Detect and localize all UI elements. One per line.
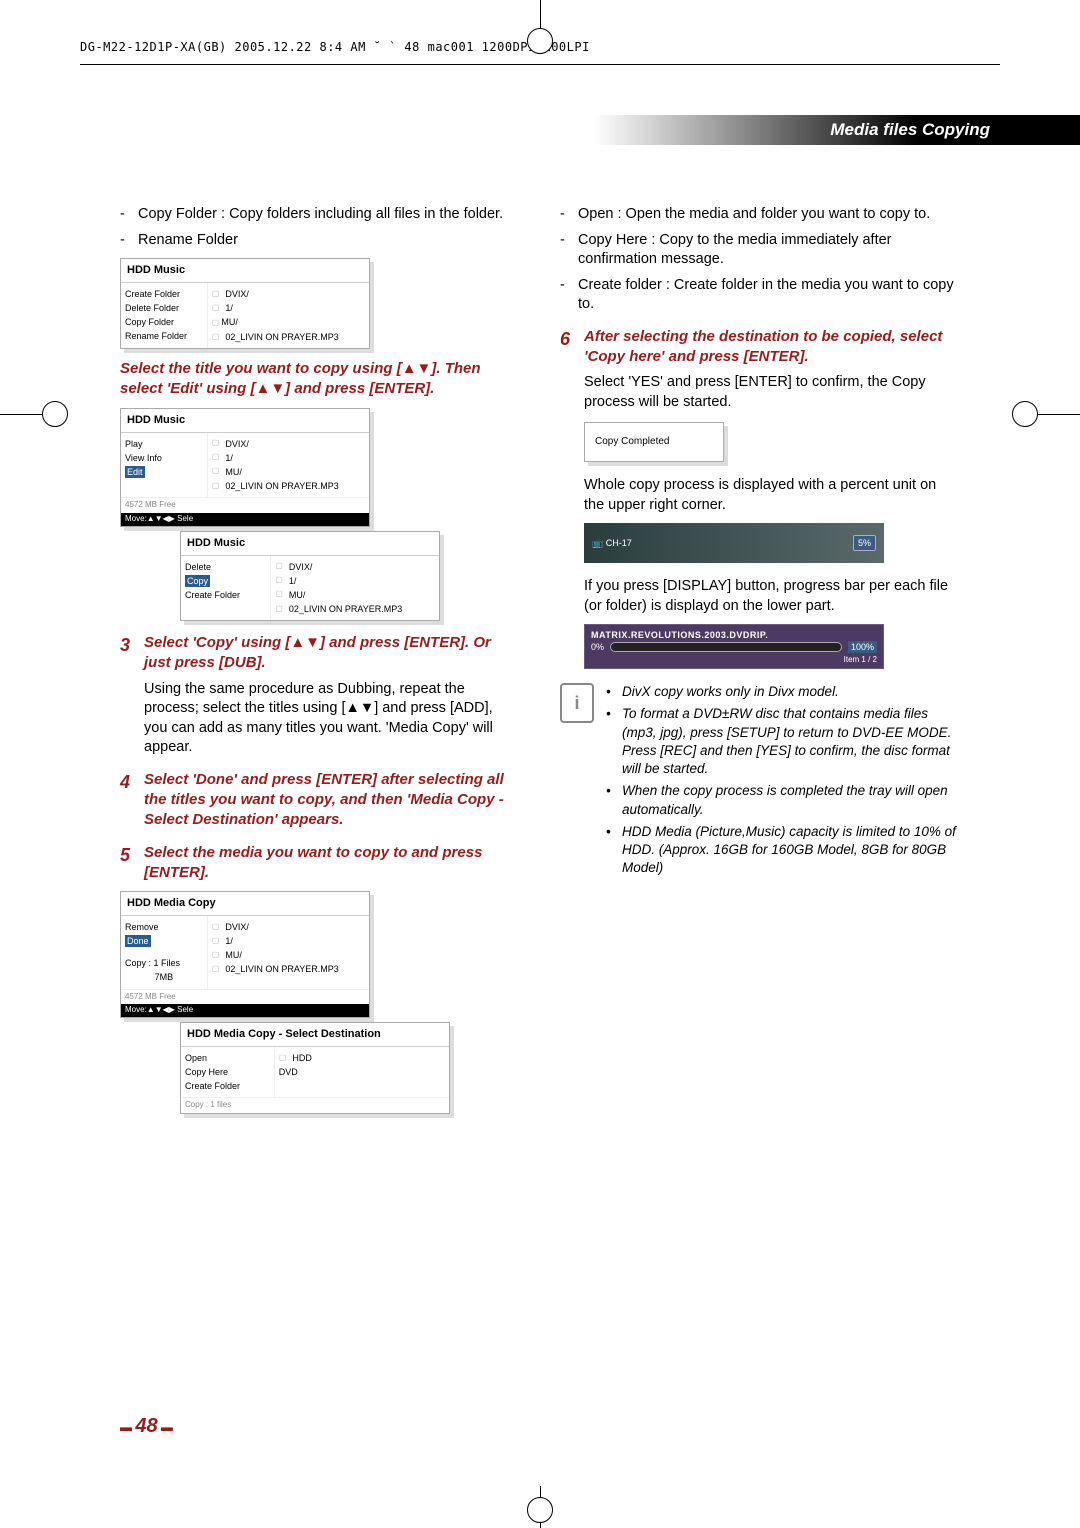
- dash-bullet: -: [560, 205, 578, 225]
- step-5-num: 5: [120, 843, 144, 884]
- top-rule: [80, 64, 1000, 65]
- bullet-dot: •: [606, 683, 614, 701]
- left-column: - Copy Folder : Copy folders including a…: [120, 205, 520, 1114]
- ss3-menu-item: Remove: [125, 920, 203, 934]
- ss1-file: 02_LIVIN ON PRAYER.MP3: [212, 330, 365, 344]
- step-4-num: 4: [120, 770, 144, 831]
- prog2-filename: MATRIX.REVOLUTIONS.2003.DVDRIP.: [591, 629, 877, 641]
- ss2b-menu-hl: Copy: [185, 575, 210, 587]
- ss2-menu-item: View Info: [125, 451, 203, 465]
- ss2-free: 4572 MB Free: [121, 497, 369, 513]
- prog2-track: [610, 642, 842, 652]
- ss3-copycount: Copy : 1 Files: [125, 956, 203, 970]
- ss3b-menu-item: Copy Here: [185, 1065, 270, 1079]
- ss2b-menu-item: Create Folder: [185, 588, 266, 602]
- dash-bullet: -: [560, 231, 578, 270]
- ss2-menu-hl: Edit: [125, 466, 145, 478]
- left-bullet-rename: Rename Folder: [138, 231, 238, 251]
- dialog-copy-completed: Copy Completed: [584, 422, 724, 462]
- ui-hdd-media-copy: HDD Media Copy Remove Done Copy : 1 File…: [120, 891, 370, 1018]
- step-6-num: 6: [560, 327, 584, 368]
- ss2-file: 1/: [212, 451, 365, 465]
- ss2b-file: 02_LIVIN ON PRAYER.MP3: [275, 602, 435, 616]
- dash-bullet: -: [120, 231, 138, 251]
- step-4-text: Select 'Done' and press [ENTER] after se…: [144, 770, 520, 831]
- ss2b-file: MU/: [275, 588, 435, 602]
- ss1-menu-item: Create Folder: [125, 287, 203, 301]
- dash-bullet: -: [560, 276, 578, 315]
- ss3b-menu-item: Open: [185, 1051, 270, 1065]
- right-column: - Open : Open the media and folder you w…: [560, 205, 960, 1114]
- note-3: When the copy process is completed the t…: [622, 782, 960, 818]
- ui-select-destination: HDD Media Copy - Select Destination Open…: [180, 1022, 450, 1114]
- section-title-bar: Media files Copying: [0, 115, 1080, 145]
- whole-copy-desc: Whole copy process is displayed with a p…: [584, 476, 960, 515]
- ui-hdd-music-context: HDD Music Create Folder Delete Folder Co…: [120, 258, 370, 349]
- ss1-menu-item: Delete Folder: [125, 301, 203, 315]
- note-block: i • DivX copy works only in Divx model. •…: [560, 683, 960, 881]
- dash-bullet: -: [120, 205, 138, 225]
- ss1-file-hl: MU/: [212, 316, 238, 329]
- progress-top-right: 📺 CH-17 5%: [584, 523, 884, 563]
- ss3-file: 02_LIVIN ON PRAYER.MP3: [212, 962, 365, 976]
- ss3-file: MU/: [212, 948, 365, 962]
- note-2: To format a DVD±RW disc that contains me…: [622, 705, 960, 778]
- page-number: 48: [120, 1415, 173, 1438]
- step-3-text: Select 'Copy' using [▲▼] and press [ENTE…: [144, 633, 520, 674]
- ss3b-dest-hl: DVD: [279, 1066, 298, 1078]
- ss3b-copy: Copy : 1 files: [181, 1097, 449, 1113]
- ss2-menu-item: Play: [125, 437, 203, 451]
- ss3-free: 4572 MB Free: [121, 989, 369, 1005]
- ss3b-menu-item: Create Folder: [185, 1079, 270, 1093]
- prog2-left: 0%: [591, 641, 604, 653]
- right-bullet-open: Open : Open the media and folder you wan…: [578, 205, 930, 225]
- ss2-title: HDD Music: [121, 409, 369, 433]
- prog1-channel: CH-17: [606, 538, 632, 548]
- step-6-desc: Select 'YES' and press [ENTER] to confir…: [584, 373, 960, 412]
- ss2b-menu-item: Delete: [185, 560, 266, 574]
- ss3b-title: HDD Media Copy - Select Destination: [181, 1023, 449, 1047]
- ss3-file: 1/: [212, 934, 365, 948]
- step-5-text: Select the media you want to copy to and…: [144, 843, 520, 884]
- left-bullet-copyfolder: Copy Folder : Copy folders including all…: [138, 205, 503, 225]
- ss2-file: DVIX/: [212, 437, 365, 451]
- ss2-file: 02_LIVIN ON PRAYER.MP3: [212, 479, 365, 493]
- right-bullet-copyhere: Copy Here : Copy to the media immediatel…: [578, 231, 960, 270]
- note-1: DivX copy works only in Divx model.: [622, 683, 839, 701]
- ss2-foot: Move:▲▼◀▶ Sele: [121, 513, 369, 526]
- ss1-menu-item: Copy Folder: [125, 315, 203, 329]
- bullet-dot: •: [606, 782, 614, 818]
- ss3-size: 7MB: [125, 970, 203, 984]
- note-4: HDD Media (Picture,Music) capacity is li…: [622, 823, 960, 878]
- ss2b-title: HDD Music: [181, 532, 439, 556]
- section-title: Media files Copying: [830, 120, 990, 140]
- ss1-menu-item: Rename Folder: [125, 329, 203, 343]
- ss1-title: HDD Music: [121, 259, 369, 283]
- note-icon: i: [560, 683, 594, 723]
- ss3-title: HDD Media Copy: [121, 892, 369, 916]
- display-btn-desc: If you press [DISPLAY] button, progress …: [584, 577, 960, 616]
- bullet-dot: •: [606, 705, 614, 778]
- step-3-num: 3: [120, 633, 144, 674]
- ss2b-file: 1/: [275, 574, 435, 588]
- ss1-file: 1/: [212, 301, 365, 315]
- ss2-file: MU/: [212, 465, 365, 479]
- prog2-right: 100%: [848, 641, 877, 653]
- ss3-menu-hl: Done: [125, 935, 151, 947]
- bullet-dot: •: [606, 823, 614, 878]
- step-3-desc: Using the same procedure as Dubbing, rep…: [144, 680, 520, 758]
- ss3-foot: Move:▲▼◀▶ Sele: [121, 1004, 369, 1017]
- ss3b-dest: HDD: [279, 1051, 445, 1065]
- ui-hdd-music-edit: HDD Music Play View Info Edit DVIX/ 1/ M…: [120, 408, 370, 527]
- ui-hdd-music-copy: HDD Music Delete Copy Create Folder DVIX…: [180, 531, 440, 621]
- ss3-file: DVIX/: [212, 920, 365, 934]
- prog2-item: Item 1 / 2: [591, 653, 877, 666]
- step-6-text: After selecting the destination to be co…: [584, 327, 960, 368]
- prog1-percent: 5%: [853, 535, 876, 551]
- instruction-select-title: Select the title you want to copy using …: [120, 359, 520, 400]
- ss2b-file: DVIX/: [275, 560, 435, 574]
- progress-per-item: MATRIX.REVOLUTIONS.2003.DVDRIP. 0% 100% …: [584, 624, 884, 669]
- right-bullet-createfolder: Create folder : Create folder in the med…: [578, 276, 960, 315]
- ss1-file: DVIX/: [212, 287, 365, 301]
